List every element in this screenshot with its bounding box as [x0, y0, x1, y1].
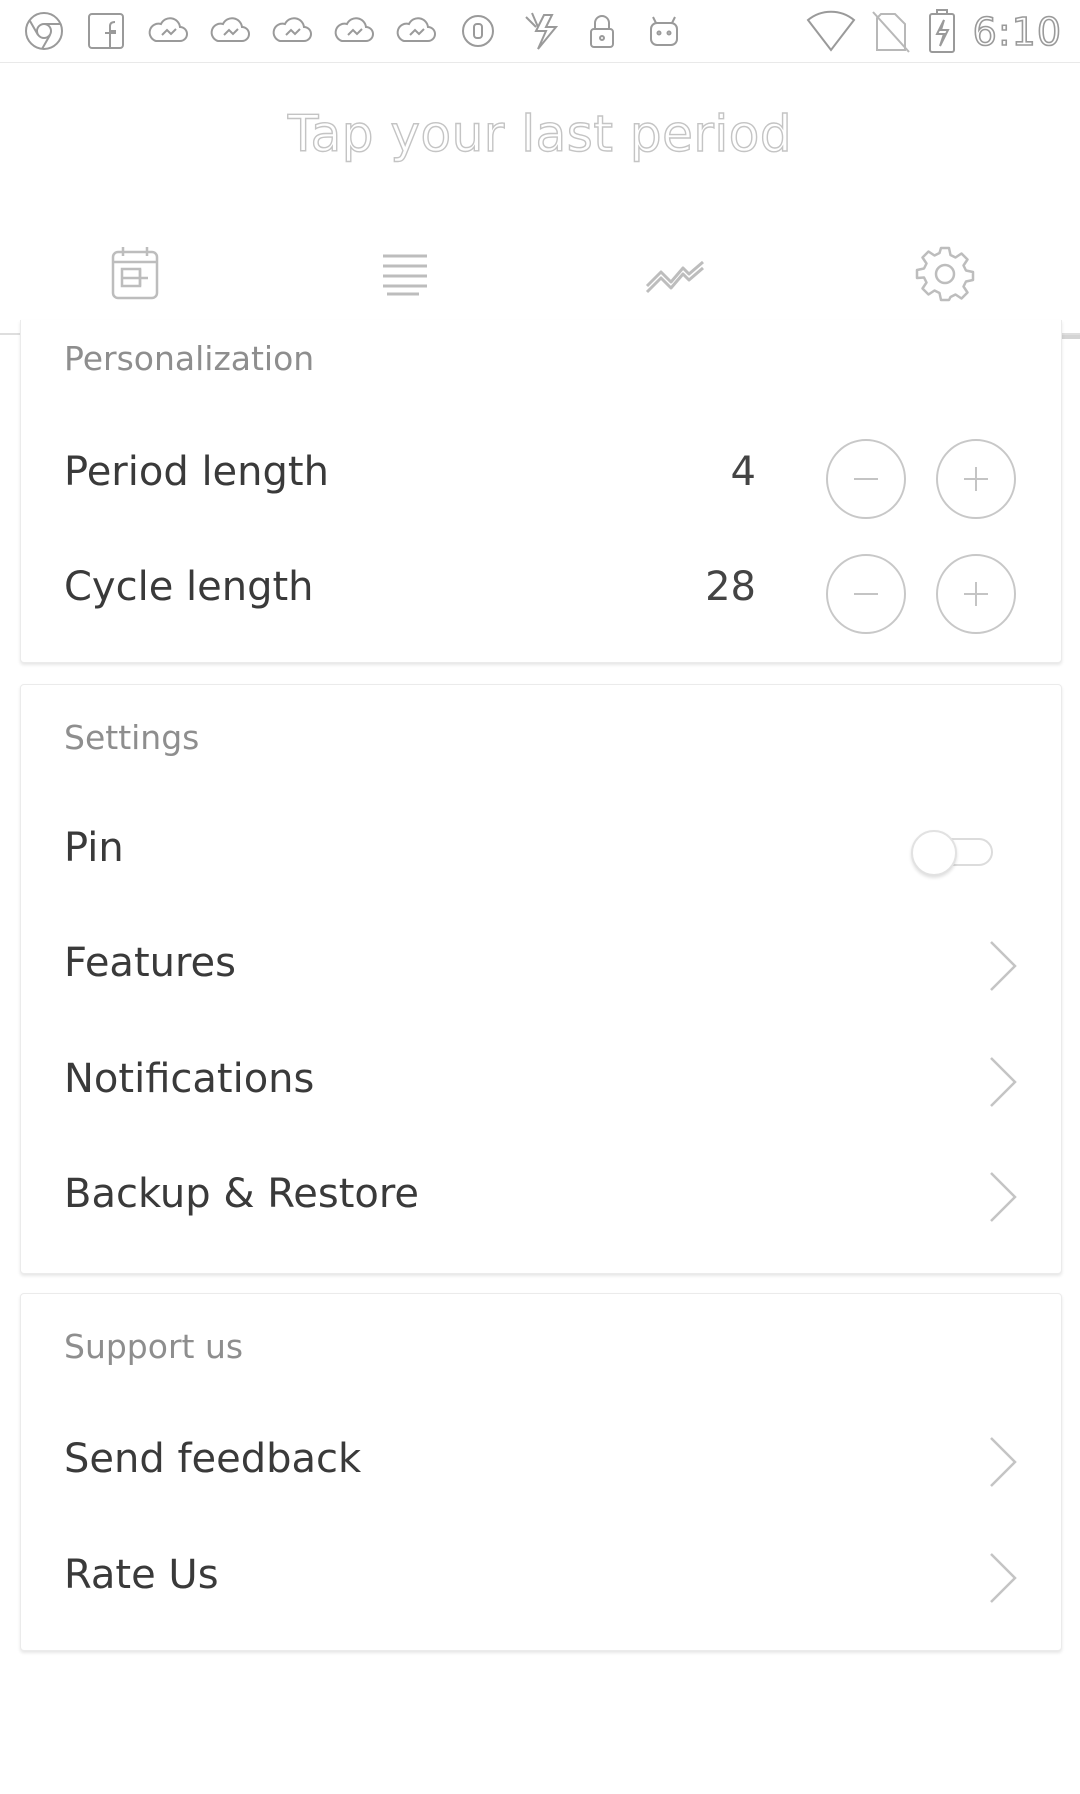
minus-icon	[854, 593, 878, 595]
period-length-value: 4	[730, 449, 756, 495]
cloud-sync-icon	[142, 8, 194, 54]
section-title-settings: Settings	[64, 718, 200, 757]
plus-icon	[964, 467, 988, 491]
lightning-icon	[514, 8, 566, 54]
chevron-right-icon	[990, 1172, 1017, 1222]
rate-us-label: Rate Us	[64, 1552, 219, 1598]
chevron-right-icon	[990, 1057, 1017, 1107]
period-length-label: Period length	[64, 449, 329, 495]
plus-icon	[964, 582, 988, 606]
pin-toggle-knob	[911, 830, 957, 876]
pin-label: Pin	[64, 825, 124, 871]
support-card: Support us Send feedback Rate Us	[20, 1293, 1062, 1651]
settings-card: Settings Pin Features Notifications Back…	[20, 684, 1062, 1274]
cycle-length-row: Cycle length 28	[21, 534, 1061, 644]
page-title: Tap your last period	[287, 104, 793, 163]
cloud-sync-icon	[328, 8, 380, 54]
pin-row[interactable]: Pin	[21, 795, 1061, 905]
period-length-decrease-button[interactable]	[826, 439, 906, 519]
status-bar: 6:10	[0, 0, 1080, 63]
tab-settings[interactable]	[810, 215, 1080, 339]
send-feedback-row[interactable]: Send feedback	[21, 1406, 1061, 1516]
lock-icon	[576, 8, 628, 54]
cycle-length-label: Cycle length	[64, 564, 314, 610]
period-length-row: Period length 4	[21, 419, 1061, 529]
calendar-icon	[111, 247, 159, 300]
tab-statistics[interactable]	[540, 215, 810, 333]
minus-icon	[854, 478, 878, 480]
chrome-icon	[18, 8, 70, 54]
cycle-length-increase-button[interactable]	[936, 554, 1016, 634]
wifi-icon	[806, 10, 856, 52]
backup-restore-label: Backup & Restore	[64, 1171, 420, 1217]
battery-charging-icon	[928, 9, 955, 53]
cycle-length-value: 28	[705, 564, 756, 610]
system-icons: 6:10	[805, 8, 1062, 56]
rate-us-row[interactable]: Rate Us	[21, 1522, 1061, 1632]
list-icon	[383, 254, 427, 296]
tab-bar	[0, 215, 1080, 339]
gear-icon	[915, 246, 975, 302]
notifications-row[interactable]: Notifications	[21, 1026, 1061, 1136]
section-title-personalization: Personalization	[64, 339, 315, 378]
android-icon	[638, 8, 690, 54]
chevron-right-icon	[990, 1437, 1017, 1487]
tab-list[interactable]	[270, 215, 540, 333]
pin-toggle[interactable]	[911, 828, 997, 876]
send-feedback-label: Send feedback	[64, 1436, 362, 1482]
period-length-increase-button[interactable]	[936, 439, 1016, 519]
section-title-support: Support us	[64, 1327, 244, 1366]
cloud-sync-icon	[204, 8, 256, 54]
facebook-icon	[80, 8, 132, 54]
cycle-length-decrease-button[interactable]	[826, 554, 906, 634]
circle-icon	[452, 8, 504, 54]
clock: 6:10	[972, 9, 1062, 55]
cloud-sync-icon	[266, 8, 318, 54]
chevron-right-icon	[990, 941, 1017, 991]
notifications-label: Notifications	[64, 1056, 315, 1102]
no-sim-icon	[871, 11, 910, 53]
backup-restore-row[interactable]: Backup & Restore	[21, 1141, 1061, 1251]
tab-calendar[interactable]	[0, 215, 270, 333]
features-label: Features	[64, 940, 236, 986]
features-row[interactable]: Features	[21, 910, 1061, 1020]
personalization-card: Personalization Period length 4 Cycle le…	[20, 320, 1062, 663]
cloud-sync-icon	[390, 8, 442, 54]
notification-icons	[18, 8, 690, 54]
chart-line-icon	[645, 260, 704, 294]
chevron-right-icon	[990, 1553, 1017, 1603]
